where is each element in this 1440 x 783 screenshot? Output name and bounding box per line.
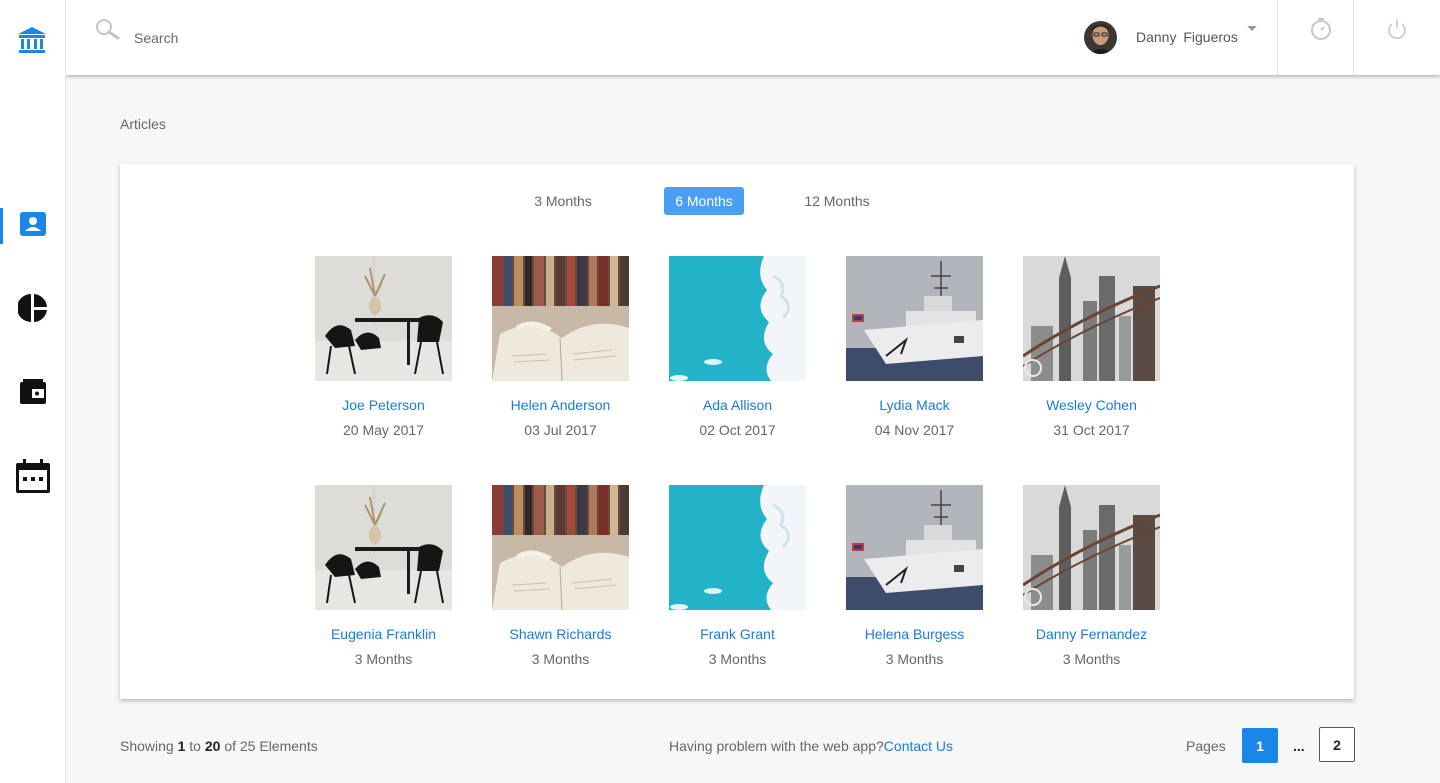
- stopwatch-icon: [1308, 17, 1334, 46]
- top-bar: Danny Figueros: [66, 0, 1440, 75]
- bank-logo-icon[interactable]: [17, 26, 47, 56]
- article-date: 04 Nov 2017: [874, 422, 955, 438]
- article-thumbnail[interactable]: [1023, 485, 1160, 610]
- search-icon[interactable]: [94, 18, 122, 47]
- article-card: Danny Fernandez 3 Months: [1023, 485, 1160, 714]
- sidebar-item-wallet[interactable]: [0, 374, 66, 414]
- article-date: 31 Oct 2017: [1053, 422, 1130, 438]
- article-thumbnail[interactable]: [669, 256, 806, 381]
- article-card: Eugenia Franklin 3 Months: [315, 485, 452, 714]
- tab-6-months[interactable]: 6 Months: [664, 187, 744, 215]
- article-author-link[interactable]: Shawn Richards: [492, 626, 629, 642]
- article-date: 03 Jul 2017: [524, 422, 597, 438]
- divider: [1277, 0, 1278, 75]
- article-author-link[interactable]: Eugenia Franklin: [315, 626, 452, 642]
- article-author-link[interactable]: Helen Anderson: [492, 397, 629, 413]
- pagination-ellipsis: ...: [1293, 738, 1305, 754]
- help-text: Having problem with the web app?Contact …: [669, 738, 953, 754]
- article-author-link[interactable]: Wesley Cohen: [1023, 397, 1160, 413]
- timer-button[interactable]: [1306, 17, 1336, 46]
- summary-to: 20: [204, 738, 221, 754]
- search-input[interactable]: [134, 26, 534, 50]
- article-date: 20 May 2017: [343, 422, 424, 438]
- divider: [1353, 0, 1354, 75]
- article-thumbnail[interactable]: [1023, 256, 1160, 381]
- article-card: Helen Anderson 03 Jul 2017: [492, 256, 629, 485]
- article-thumbnail[interactable]: [846, 485, 983, 610]
- wallet-icon: [19, 378, 47, 411]
- help-message: Having problem with the web app?: [669, 738, 884, 754]
- pages-label: Pages: [1186, 738, 1226, 754]
- article-thumbnail[interactable]: [669, 485, 806, 610]
- page-button-1[interactable]: 1: [1242, 728, 1278, 763]
- breadcrumb: Articles: [120, 116, 166, 132]
- summary-to-word: to: [185, 738, 205, 754]
- sidebar-item-calendar[interactable]: [0, 458, 66, 498]
- article-author-link[interactable]: Frank Grant: [669, 626, 806, 642]
- article-author-link[interactable]: Lydia Mack: [846, 397, 983, 413]
- article-thumbnail[interactable]: [492, 256, 629, 381]
- article-author-link[interactable]: Helena Burgess: [846, 626, 983, 642]
- articles-card: 3 Months 6 Months 12 Months Joe Peterson…: [120, 164, 1354, 699]
- article-author-link[interactable]: Danny Fernandez: [1023, 626, 1160, 642]
- user-menu[interactable]: Danny Figueros: [1084, 20, 1238, 54]
- user-name: Danny Figueros: [1136, 29, 1238, 45]
- article-card: Lydia Mack 04 Nov 2017: [846, 256, 983, 485]
- page-button-2[interactable]: 2: [1319, 727, 1355, 762]
- article-card: Joe Peterson 20 May 2017: [315, 256, 452, 485]
- tab-12-months[interactable]: 12 Months: [803, 187, 871, 215]
- article-thumbnail[interactable]: [315, 485, 452, 610]
- article-card: Wesley Cohen 31 Oct 2017: [1023, 256, 1160, 485]
- article-thumbnail[interactable]: [846, 256, 983, 381]
- logout-button[interactable]: [1382, 18, 1412, 44]
- article-thumbnail[interactable]: [492, 485, 629, 610]
- article-date: 3 Months: [1062, 651, 1121, 667]
- article-card: Helena Burgess 3 Months: [846, 485, 983, 714]
- avatar: [1084, 20, 1117, 54]
- sidebar-item-contacts[interactable]: [0, 206, 66, 246]
- article-card: Ada Allison 02 Oct 2017: [669, 256, 806, 485]
- summary-prefix: Showing: [120, 738, 178, 754]
- contact-card-icon: [19, 211, 47, 242]
- article-date: 3 Months: [531, 651, 590, 667]
- pagination-summary: Showing 1 to 20 of 25 Elements: [120, 738, 318, 754]
- article-grid: Joe Peterson 20 May 2017 Helen Anderson …: [315, 256, 1160, 714]
- power-icon: [1385, 17, 1409, 46]
- calendar-icon: [15, 458, 51, 499]
- article-card: Frank Grant 3 Months: [669, 485, 806, 714]
- article-date: 02 Oct 2017: [699, 422, 776, 438]
- pie-chart-icon: [17, 293, 48, 328]
- article-thumbnail[interactable]: [315, 256, 452, 381]
- sidebar-item-analytics[interactable]: [0, 290, 66, 330]
- summary-suffix: of 25 Elements: [220, 738, 318, 754]
- article-card: Shawn Richards 3 Months: [492, 485, 629, 714]
- contact-us-link[interactable]: Contact Us: [884, 738, 953, 754]
- chevron-down-icon[interactable]: [1247, 26, 1257, 31]
- sidebar: [0, 0, 66, 783]
- article-date: 3 Months: [708, 651, 767, 667]
- article-date: 3 Months: [885, 651, 944, 667]
- article-date: 3 Months: [354, 651, 413, 667]
- article-author-link[interactable]: Ada Allison: [669, 397, 806, 413]
- article-author-link[interactable]: Joe Peterson: [315, 397, 452, 413]
- tab-3-months[interactable]: 3 Months: [532, 187, 594, 215]
